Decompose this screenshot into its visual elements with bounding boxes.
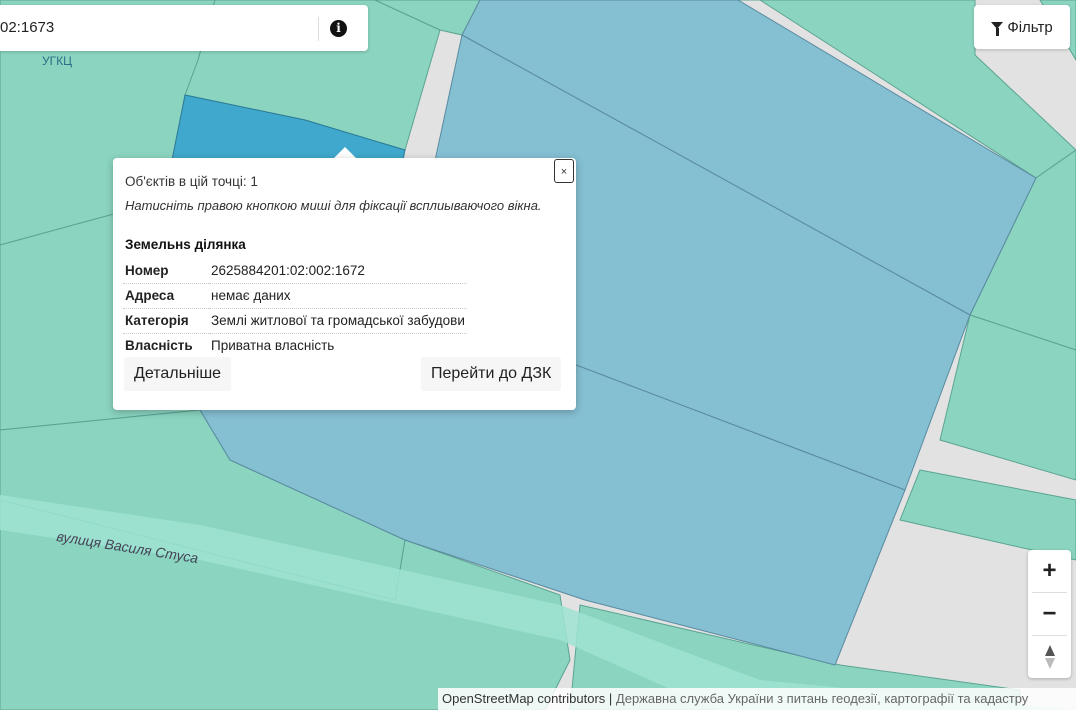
- details-button[interactable]: Детальніше: [124, 357, 232, 391]
- filter-icon: [991, 21, 1004, 36]
- property-value: немає даних: [209, 283, 467, 309]
- property-row: Категорія Землі житлової та громадської …: [123, 308, 467, 334]
- property-row: Власність Приватна власність: [123, 334, 467, 359]
- property-value: 2625884201:02:002:1672: [209, 259, 467, 284]
- popup-tip: [334, 147, 356, 158]
- agency-attribution: Державна служба України з питань геодезі…: [615, 691, 1029, 706]
- compass-icon: [1044, 645, 1055, 669]
- attribution-separator: |: [605, 691, 616, 706]
- popup-hint: Натисніть правою кнопкою миші для фіксац…: [125, 198, 542, 213]
- property-key: Власність: [125, 338, 193, 353]
- osm-link[interactable]: OpenStreetMap contributors: [442, 691, 605, 706]
- property-key: Адреса: [123, 283, 209, 309]
- objects-count: Об'єктів в цій точці: 1: [125, 174, 258, 189]
- close-icon[interactable]: ×: [554, 159, 574, 183]
- popup-title: Земельнs ділянка: [125, 237, 246, 252]
- filter-label: Фільтр: [1007, 18, 1053, 36]
- search-input[interactable]: [0, 5, 310, 49]
- parcel-popup: × Об'єктів в цій точці: 1 Натисніть прав…: [113, 158, 576, 410]
- map-place-label: УГКЦ: [42, 54, 72, 68]
- property-row: Адреса немає даних: [123, 283, 467, 309]
- property-key: Категорія: [123, 308, 209, 334]
- property-key: Номер: [123, 259, 209, 284]
- reset-north-button[interactable]: [1028, 636, 1071, 678]
- property-row: Номер 2625884201:02:002:1672: [123, 259, 467, 284]
- filter-button[interactable]: Фільтр: [974, 5, 1070, 49]
- zoom-control: + −: [1028, 550, 1071, 678]
- search-divider: [318, 17, 319, 41]
- info-icon[interactable]: i: [330, 20, 347, 37]
- property-value: Землі житлової та громадської забудови: [209, 308, 467, 334]
- search-bar: i: [0, 5, 368, 51]
- map-attribution: OpenStreetMap contributors | Державна сл…: [438, 688, 1076, 710]
- zoom-in-button[interactable]: +: [1028, 550, 1071, 592]
- property-value: Приватна власність: [211, 338, 335, 353]
- parcel-properties: Номер 2625884201:02:002:1672 Адреса нема…: [123, 259, 467, 358]
- zoom-out-button[interactable]: −: [1028, 593, 1071, 635]
- goto-dzk-button[interactable]: Перейти до ДЗК: [421, 357, 562, 391]
